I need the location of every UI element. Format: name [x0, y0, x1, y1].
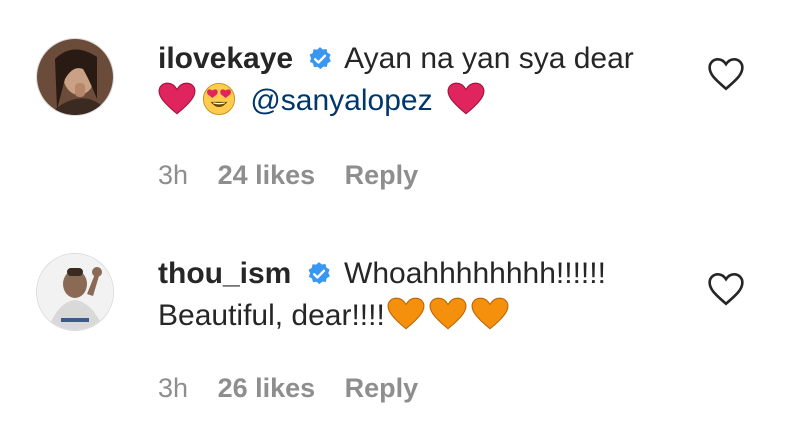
comment-text: Whoahhhhhhhh!!!!!!	[344, 257, 606, 290]
comment-body: thou_ism Whoahhhhhhhh!!!!!! Beautiful, d…	[158, 253, 698, 337]
orange-heart-icon	[387, 297, 425, 330]
verified-badge-icon	[310, 47, 332, 70]
orange-heart-icon	[429, 297, 467, 330]
comment-meta: 3h 24 likes Reply	[158, 160, 440, 191]
comment-likes[interactable]: 24 likes	[218, 160, 316, 191]
reply-button[interactable]: Reply	[345, 373, 419, 404]
comment-meta: 3h 26 likes Reply	[158, 373, 440, 404]
avatar-photo	[37, 254, 113, 330]
reply-button[interactable]: Reply	[345, 160, 419, 191]
heart-outline-icon[interactable]	[706, 56, 746, 92]
comment-time[interactable]: 3h	[158, 373, 188, 404]
mention-link[interactable]: @sanyalopez	[250, 84, 432, 117]
comment-likes[interactable]: 26 likes	[218, 373, 316, 404]
heart-eyes-emoji-icon	[202, 82, 236, 116]
avatar[interactable]	[36, 38, 114, 116]
comment-time[interactable]: 3h	[158, 160, 188, 191]
verified-badge-icon	[308, 262, 330, 285]
comment-username[interactable]: ilovekaye	[158, 42, 293, 75]
avatar[interactable]	[36, 253, 114, 331]
heart-outline-icon[interactable]	[706, 271, 746, 307]
orange-heart-icon	[471, 297, 509, 330]
comment-body: ilovekaye Ayan na yan sya dear @sanyalop…	[158, 38, 698, 122]
comment-username[interactable]: thou_ism	[158, 257, 291, 290]
avatar-photo	[37, 39, 113, 115]
comment-text-line2: Beautiful, dear!!!!	[158, 299, 385, 332]
comment-text: Ayan na yan sya dear	[344, 42, 634, 75]
red-heart-icon	[158, 82, 196, 115]
red-heart-icon	[447, 82, 485, 115]
